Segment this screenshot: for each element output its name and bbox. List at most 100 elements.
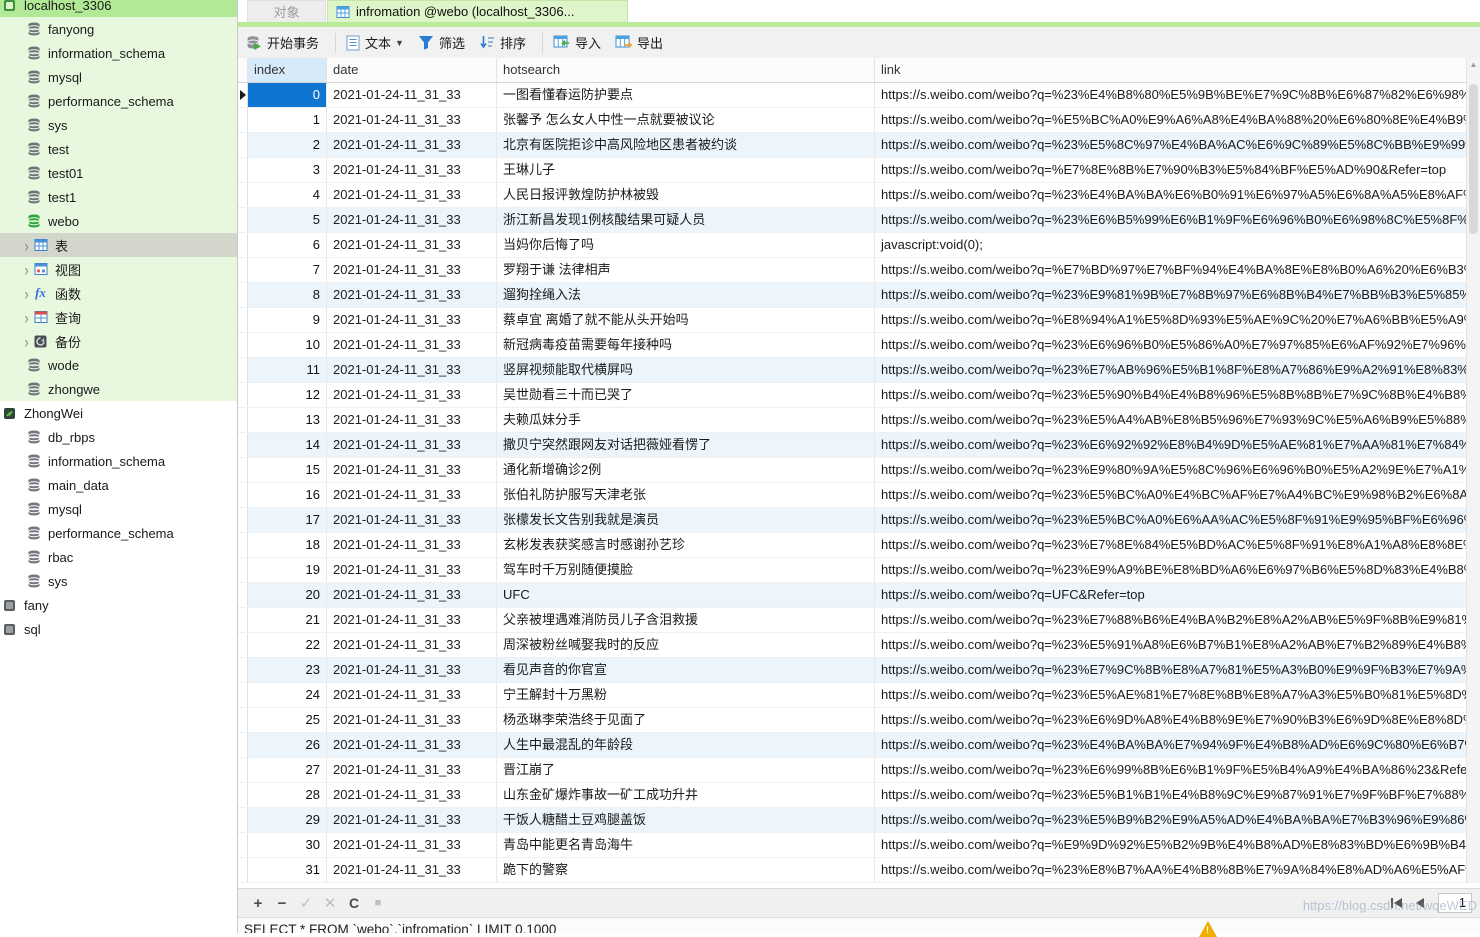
grid-cell-hotsearch[interactable]: 北京有医院拒诊中高风险地区患者被约谈 xyxy=(497,133,875,157)
row-selector-gutter[interactable] xyxy=(238,458,248,482)
grid-cell-hotsearch[interactable]: 宁王解封十万黑粉 xyxy=(497,683,875,707)
grid-cell-link[interactable]: https://s.weibo.com/weibo?q=%E9%9D%92%E5… xyxy=(875,833,1466,857)
table-row[interactable]: 14 2021-01-24-11_31_33 撒贝宁突然跟网友对话把薇娅看愣了 … xyxy=(238,433,1466,458)
database-performance-schema[interactable]: performance_schema xyxy=(0,89,237,113)
grid-cell-date[interactable]: 2021-01-24-11_31_33 xyxy=(327,533,497,557)
row-selector-gutter[interactable] xyxy=(238,558,248,582)
grid-cell-index[interactable]: 24 xyxy=(248,683,327,707)
export-button[interactable]: 导出 xyxy=(615,33,663,52)
table-row[interactable]: 9 2021-01-24-11_31_33 蔡卓宜 离婚了就不能从头开始吗 ht… xyxy=(238,308,1466,333)
refresh-button[interactable]: C xyxy=(342,895,366,911)
row-selector-gutter[interactable] xyxy=(238,408,248,432)
table-row[interactable]: 13 2021-01-24-11_31_33 夫赖瓜妹分手 https://s.… xyxy=(238,408,1466,433)
table-row[interactable]: 7 2021-01-24-11_31_33 罗翔于谦 法律相声 https://… xyxy=(238,258,1466,283)
grid-cell-date[interactable]: 2021-01-24-11_31_33 xyxy=(327,633,497,657)
grid-cell-hotsearch[interactable]: 看见声音的你官宣 xyxy=(497,658,875,682)
row-selector-gutter[interactable] xyxy=(238,283,248,307)
grid-cell-index[interactable]: 2 xyxy=(248,133,327,157)
grid-cell-hotsearch[interactable]: 人民日报评敦煌防护林被毁 xyxy=(497,183,875,207)
tree-node-tables[interactable]: › 表 xyxy=(0,233,237,257)
table-row[interactable]: 28 2021-01-24-11_31_33 山东金矿爆炸事故一矿工成功升井 h… xyxy=(238,783,1466,808)
table-row[interactable]: 20 2021-01-24-11_31_33 UFC https://s.wei… xyxy=(238,583,1466,608)
grid-cell-date[interactable]: 2021-01-24-11_31_33 xyxy=(327,458,497,482)
database-wode[interactable]: wode xyxy=(0,353,237,377)
database-mysql[interactable]: mysql xyxy=(0,65,237,89)
grid-cell-index[interactable]: 30 xyxy=(248,833,327,857)
grid-cell-hotsearch[interactable]: UFC xyxy=(497,583,875,607)
row-selector-gutter[interactable] xyxy=(238,208,248,232)
grid-cell-link[interactable]: https://s.weibo.com/weibo?q=%23%E4%BA%BA… xyxy=(875,733,1466,757)
grid-cell-date[interactable]: 2021-01-24-11_31_33 xyxy=(327,258,497,282)
grid-cell-index[interactable]: 6 xyxy=(248,233,327,257)
grid-cell-hotsearch[interactable]: 周深被粉丝喊娶我时的反应 xyxy=(497,633,875,657)
grid-cell-hotsearch[interactable]: 蔡卓宜 离婚了就不能从头开始吗 xyxy=(497,308,875,332)
grid-cell-hotsearch[interactable]: 浙江新昌发现1例核酸结果可疑人员 xyxy=(497,208,875,232)
grid-cell-index[interactable]: 10 xyxy=(248,333,327,357)
row-selector-gutter[interactable] xyxy=(238,258,248,282)
column-header-date[interactable]: date xyxy=(327,58,497,82)
grid-cell-link[interactable]: https://s.weibo.com/weibo?q=%23%E6%99%8B… xyxy=(875,758,1466,782)
grid-cell-link[interactable]: https://s.weibo.com/weibo?q=%23%E5%A4%AB… xyxy=(875,408,1466,432)
grid-cell-index[interactable]: 27 xyxy=(248,758,327,782)
row-selector-gutter[interactable] xyxy=(238,433,248,457)
grid-cell-index[interactable]: 0 xyxy=(248,83,327,107)
connection-sql[interactable]: sql xyxy=(0,617,237,641)
row-selector-gutter[interactable] xyxy=(238,383,248,407)
grid-cell-link[interactable]: https://s.weibo.com/weibo?q=%23%E5%BC%A0… xyxy=(875,483,1466,507)
database-information-schema[interactable]: information_schema xyxy=(0,41,237,65)
grid-cell-index[interactable]: 31 xyxy=(248,858,327,882)
grid-cell-hotsearch[interactable]: 竖屏视频能取代横屏吗 xyxy=(497,358,875,382)
table-row[interactable]: 1 2021-01-24-11_31_33 张馨予 怎么女人中性一点就要被议论 … xyxy=(238,108,1466,133)
grid-cell-index[interactable]: 28 xyxy=(248,783,327,807)
row-selector-gutter[interactable] xyxy=(238,733,248,757)
grid-cell-link[interactable]: https://s.weibo.com/weibo?q=%23%E7%9C%8B… xyxy=(875,658,1466,682)
chevron-down-icon[interactable]: ▼ xyxy=(395,38,404,48)
discard-changes-button[interactable]: ✕ xyxy=(318,894,342,912)
row-selector-gutter[interactable] xyxy=(238,683,248,707)
grid-cell-index[interactable]: 7 xyxy=(248,258,327,282)
grid-cell-date[interactable]: 2021-01-24-11_31_33 xyxy=(327,783,497,807)
row-selector-gutter[interactable] xyxy=(238,508,248,532)
tree-node-functions[interactable]: › fx 函数 xyxy=(0,281,237,305)
grid-cell-link[interactable]: https://s.weibo.com/weibo?q=%23%E5%91%A8… xyxy=(875,633,1466,657)
grid-cell-index[interactable]: 16 xyxy=(248,483,327,507)
grid-cell-index[interactable]: 5 xyxy=(248,208,327,232)
grid-cell-hotsearch[interactable]: 干饭人糖醋土豆鸡腿盖饭 xyxy=(497,808,875,832)
grid-cell-index[interactable]: 1 xyxy=(248,108,327,132)
grid-cell-hotsearch[interactable]: 王琳儿子 xyxy=(497,158,875,182)
connection-zhongwei[interactable]: ZhongWei xyxy=(0,401,237,425)
database-test[interactable]: test xyxy=(0,137,237,161)
grid-cell-hotsearch[interactable]: 一图看懂春运防护要点 xyxy=(497,83,875,107)
grid-cell-link[interactable]: javascript:void(0); xyxy=(875,233,1466,257)
grid-cell-date[interactable]: 2021-01-24-11_31_33 xyxy=(327,133,497,157)
grid-cell-date[interactable]: 2021-01-24-11_31_33 xyxy=(327,333,497,357)
grid-cell-index[interactable]: 18 xyxy=(248,533,327,557)
chevron-right-icon[interactable]: › xyxy=(20,283,33,303)
chevron-right-icon[interactable]: › xyxy=(20,307,33,327)
table-row[interactable]: 23 2021-01-24-11_31_33 看见声音的你官宣 https://… xyxy=(238,658,1466,683)
grid-cell-date[interactable]: 2021-01-24-11_31_33 xyxy=(327,558,497,582)
database-information-schema-2[interactable]: information_schema xyxy=(0,449,237,473)
tree-node-views[interactable]: › 视图 xyxy=(0,257,237,281)
grid-cell-link[interactable]: https://s.weibo.com/weibo?q=%23%E5%BC%A0… xyxy=(875,508,1466,532)
row-selector-gutter[interactable] xyxy=(238,758,248,782)
database-fanyong[interactable]: fanyong xyxy=(0,17,237,41)
grid-cell-index[interactable]: 25 xyxy=(248,708,327,732)
tab-objects[interactable]: 对象 xyxy=(247,0,326,22)
database-db-rbps[interactable]: db_rbps xyxy=(0,425,237,449)
grid-cell-date[interactable]: 2021-01-24-11_31_33 xyxy=(327,208,497,232)
table-row[interactable]: 6 2021-01-24-11_31_33 当妈你后悔了吗 javascript… xyxy=(238,233,1466,258)
connection-localhost-3306[interactable]: localhost_3306 xyxy=(0,0,237,17)
grid-cell-date[interactable]: 2021-01-24-11_31_33 xyxy=(327,833,497,857)
database-test01[interactable]: test01 xyxy=(0,161,237,185)
grid-cell-link[interactable]: https://s.weibo.com/weibo?q=%23%E6%92%92… xyxy=(875,433,1466,457)
grid-cell-date[interactable]: 2021-01-24-11_31_33 xyxy=(327,508,497,532)
filter-button[interactable]: 筛选 xyxy=(418,33,465,52)
grid-cell-index[interactable]: 19 xyxy=(248,558,327,582)
database-performance-schema-2[interactable]: performance_schema xyxy=(0,521,237,545)
text-view-button[interactable]: 文本 ▼ xyxy=(346,33,404,52)
grid-cell-date[interactable]: 2021-01-24-11_31_33 xyxy=(327,183,497,207)
column-header-link[interactable]: link xyxy=(875,58,1466,82)
sort-button[interactable]: 排序 xyxy=(479,33,526,52)
database-mysql-2[interactable]: mysql xyxy=(0,497,237,521)
